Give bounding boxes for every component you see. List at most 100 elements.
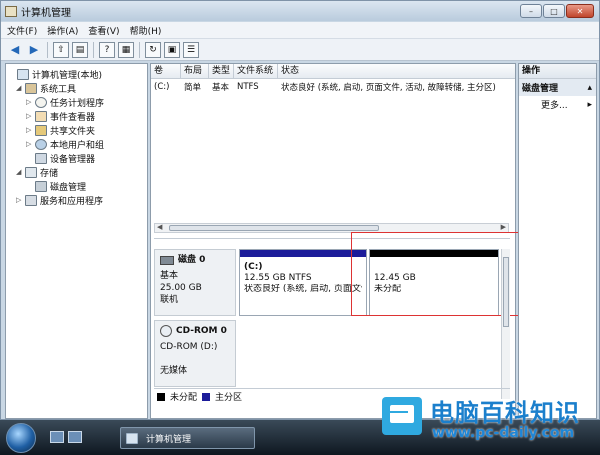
scroll-left-icon[interactable]: ◀ [157, 223, 162, 231]
expand-arrow-icon[interactable]: ▷ [16, 196, 25, 204]
tree-item-event-viewer[interactable]: ▷ 事件查看器 [26, 109, 95, 123]
scroll-right-icon[interactable]: ▶ [501, 223, 506, 231]
users-icon [35, 138, 47, 150]
table-row[interactable]: (C:) 简单 基本 NTFS 状态良好 (系统, 启动, 页面文件, 活动, … [151, 80, 515, 94]
primary-swatch [202, 392, 211, 401]
up-folder-icon[interactable]: ⇧ [53, 41, 69, 58]
toolbar-separator [47, 41, 48, 58]
disk-type: CD-ROM (D:) [160, 342, 218, 352]
menu-view[interactable]: 查看(V) [88, 24, 119, 37]
services-icon [25, 194, 37, 206]
type-cell: 基本 [212, 83, 230, 93]
tree-item-label: 服务和应用程序 [40, 196, 104, 207]
settings-icon[interactable]: ☰ [183, 41, 199, 58]
toolbar-separator [93, 41, 94, 58]
storage-icon [25, 166, 37, 178]
window-controls: – □ ✕ [520, 4, 594, 18]
disk-size: 25.00 GB [160, 283, 202, 293]
unallocated-swatch [157, 392, 165, 401]
clock-icon [35, 96, 47, 108]
column-header-layout[interactable]: 布局 [181, 64, 209, 78]
tree-item-local-users[interactable]: ▷ 本地用户和组 [26, 137, 104, 151]
forward-icon[interactable]: ▶ [26, 42, 42, 58]
show-hide-tree-icon[interactable]: ▤ [72, 41, 88, 58]
show-desktop-icon[interactable] [50, 431, 64, 443]
volume-cell: (C:) [154, 82, 170, 92]
taskbar-button-computer-management[interactable]: 计算机管理 [120, 427, 255, 449]
menu-bar: 文件(F) 操作(A) 查看(V) 帮助(H) [1, 22, 599, 39]
cdrom0-info[interactable]: CD-ROM 0 CD-ROM (D:) 无媒体 [154, 320, 236, 387]
tree-item-label: 本地用户和组 [50, 140, 105, 151]
scroll-thumb[interactable] [169, 225, 379, 231]
volume-table-header: 卷 布局 类型 文件系统 状态 [151, 64, 515, 79]
view-icon[interactable]: ▦ [118, 41, 134, 58]
tree-item-label: 共享文件夹 [50, 126, 96, 137]
start-button[interactable] [6, 423, 36, 453]
actions-section-disk-management[interactable]: 磁盘管理 ▴ [519, 79, 596, 96]
tree-item-system-tools[interactable]: ◢ 系统工具 [16, 81, 76, 95]
tree-item-storage[interactable]: ◢ 存储 [16, 165, 58, 179]
filesystem-cell: NTFS [237, 82, 259, 92]
tree-item-label: 系统工具 [40, 84, 77, 95]
disk0-info[interactable]: 磁盘 0 基本 25.00 GB 联机 [154, 249, 236, 316]
disk-icon [35, 180, 47, 192]
title-bar[interactable]: 计算机管理 – □ ✕ [1, 1, 599, 21]
refresh-icon[interactable]: ↻ [145, 41, 161, 58]
tree-item-task-scheduler[interactable]: ▷ 任务计划程序 [26, 95, 104, 109]
disk-size [160, 353, 230, 365]
action-more[interactable]: 更多... ▸ [519, 96, 596, 113]
computer-management-icon [126, 432, 138, 444]
tree-item-shared-folders[interactable]: ▷ 共享文件夹 [26, 123, 95, 137]
expand-arrow-icon[interactable]: ▷ [26, 126, 35, 134]
main-area: 计算机管理(本地) ◢ 系统工具 ▷ 任务计划程序 ▷ 事件查看器 ▷ 共享文件… [5, 63, 597, 419]
column-header-type[interactable]: 类型 [209, 64, 234, 78]
section-label: 磁盘管理 [522, 84, 559, 94]
vertical-scrollbar[interactable] [501, 249, 510, 399]
expand-arrow-icon[interactable]: ▷ [26, 98, 35, 106]
disk-name: 磁盘 0 [178, 255, 206, 265]
menu-action[interactable]: 操作(A) [47, 24, 78, 37]
maximize-button[interactable]: □ [543, 4, 565, 18]
column-header-filesystem[interactable]: 文件系统 [234, 64, 278, 78]
tools-icon [25, 82, 37, 94]
menu-help[interactable]: 帮助(H) [130, 24, 162, 37]
collapse-triangle-icon[interactable]: ▴ [587, 83, 592, 93]
tree-item-label: 存储 [40, 168, 59, 179]
pulse-line-icon [390, 411, 408, 413]
collapse-arrow-icon[interactable]: ◢ [16, 168, 25, 176]
tree-item-computer-management[interactable]: 计算机管理(本地) [8, 67, 102, 81]
taskbar-button-label: 计算机管理 [146, 434, 192, 445]
actions-header: 操作 [519, 64, 596, 79]
tree-item-services-applications[interactable]: ▷ 服务和应用程序 [16, 193, 103, 207]
toolbar-separator [139, 41, 140, 58]
tree-item-label: 任务计划程序 [50, 98, 105, 109]
collapse-arrow-icon[interactable]: ◢ [16, 84, 25, 92]
properties-icon[interactable]: ▣ [164, 41, 180, 58]
partition-size: 12.55 GB NTFS [244, 273, 312, 283]
switch-windows-icon[interactable] [68, 431, 82, 443]
menu-file[interactable]: 文件(F) [7, 24, 37, 37]
computer-icon [17, 68, 29, 80]
disk-status: 无媒体 [160, 366, 188, 376]
help-icon[interactable]: ? [99, 41, 115, 58]
scroll-thumb[interactable] [503, 257, 509, 327]
close-button[interactable]: ✕ [566, 4, 594, 18]
disk-status: 联机 [160, 295, 179, 305]
expand-arrow-icon[interactable]: ▷ [26, 140, 35, 148]
highlight-annotation [351, 232, 525, 316]
tree-item-disk-management[interactable]: 磁盘管理 [26, 179, 86, 193]
column-header-volume[interactable]: 卷 [151, 64, 181, 78]
actions-pane: 操作 磁盘管理 ▴ 更多... ▸ [518, 63, 597, 419]
expand-arrow-icon[interactable]: ▷ [26, 112, 35, 120]
legend-label: 主分区 [215, 393, 243, 403]
monitor-logo-icon [382, 397, 422, 435]
back-icon[interactable]: ◀ [7, 42, 23, 58]
tree-item-device-manager[interactable]: 设备管理器 [26, 151, 95, 165]
primary-partition-bar [240, 250, 366, 257]
navigation-tree-pane: 计算机管理(本地) ◢ 系统工具 ▷ 任务计划程序 ▷ 事件查看器 ▷ 共享文件… [5, 63, 148, 419]
computer-management-icon [5, 5, 17, 17]
column-header-status[interactable]: 状态 [278, 64, 515, 78]
partition-c[interactable]: (C:) 12.55 GB NTFS 状态良好 (系统, 启动, 页面文件 [239, 249, 367, 316]
minimize-button[interactable]: – [520, 4, 542, 18]
watermark-title: 电脑百科知识 [430, 399, 580, 427]
